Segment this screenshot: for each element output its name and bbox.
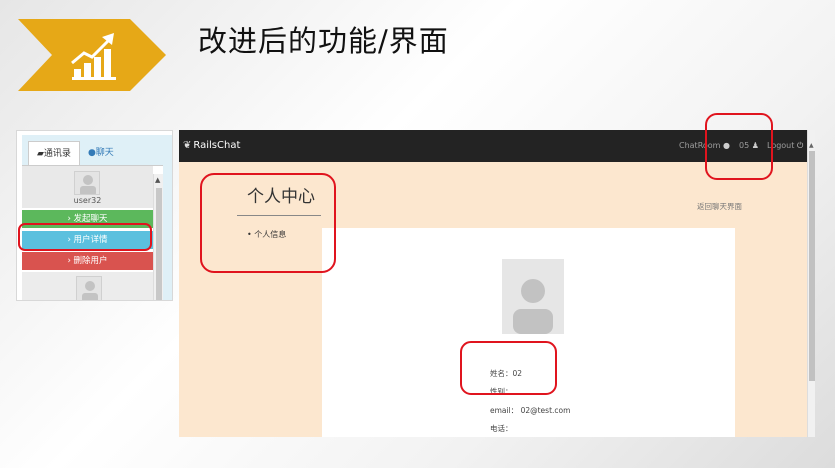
brand-logo[interactable]: ❦ RailsChat xyxy=(183,130,240,162)
chevron-up-icon[interactable]: ▲ xyxy=(155,176,160,184)
chevron-up-icon[interactable]: ▲ xyxy=(809,142,814,149)
contacts-panel-inner: ▰通讯录 ●聊天 user32 › 发起聊天 › 用户详情 › 删除用户 ▲ xyxy=(22,135,172,300)
power-icon: ⏻ xyxy=(796,141,804,150)
contacts-tabs: ▰通讯录 ●聊天 xyxy=(28,141,122,165)
tab-contacts[interactable]: ▰通讯录 xyxy=(28,141,80,165)
profile-card: 姓名：02 性别： email： 02@test.com 电话： xyxy=(322,228,735,437)
profile-email: email： 02@test.com xyxy=(490,406,571,415)
chart-growth-icon xyxy=(18,19,166,91)
highlight-user-details xyxy=(18,223,152,251)
back-to-chat-link[interactable]: 返回聊天界面 xyxy=(697,201,742,212)
user-card[interactable]: user32 xyxy=(22,166,153,208)
profile-phone: 电话： xyxy=(490,424,513,433)
book-icon: ▰ xyxy=(37,149,44,159)
highlight-personal-center xyxy=(200,173,336,273)
avatar xyxy=(76,276,102,300)
highlight-user-nav xyxy=(705,113,773,180)
avatar xyxy=(74,171,100,195)
scrollbar-thumb[interactable] xyxy=(156,188,162,300)
highlight-profile-name xyxy=(460,341,557,395)
slide-title: 改进后的功能/界面 xyxy=(198,24,449,58)
scrollbar[interactable]: ▲ xyxy=(807,130,815,437)
leaf-icon: ❦ xyxy=(183,140,192,151)
chat-bubbles-icon: ● xyxy=(87,148,96,158)
tab-chat[interactable]: ●聊天 xyxy=(80,141,122,165)
user-card[interactable] xyxy=(22,272,153,300)
contacts-panel: ▰通讯录 ●聊天 user32 › 发起聊天 › 用户详情 › 删除用户 ▲ xyxy=(16,130,173,301)
avatar xyxy=(502,259,564,334)
scrollbar[interactable]: ▲ xyxy=(153,174,163,300)
scrollbar-thumb[interactable] xyxy=(809,151,815,381)
delete-user-button[interactable]: › 删除用户 xyxy=(22,252,153,270)
user-name: user32 xyxy=(73,196,102,205)
